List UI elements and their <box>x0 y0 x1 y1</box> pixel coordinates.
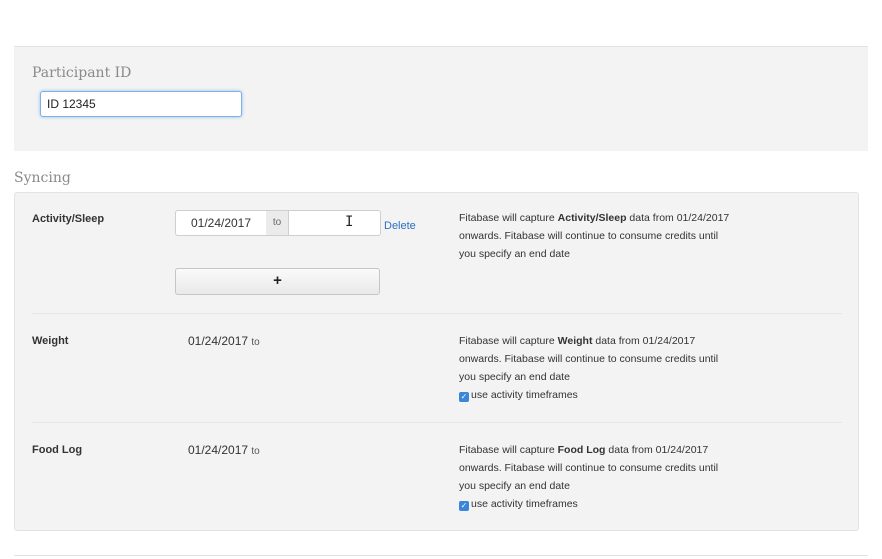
row-label-food-log: Food Log <box>32 444 83 456</box>
row-label-activity-sleep: Activity/Sleep <box>32 213 105 225</box>
row-divider <box>32 313 842 314</box>
date-range-to-addon: to <box>266 210 288 236</box>
checkbox-label: use activity timeframes <box>471 498 578 510</box>
food-log-use-activity-timeframes[interactable]: ✓ use activity timeframes <box>459 497 578 511</box>
to-label: to <box>251 446 260 457</box>
description-text: Fitabase will capture <box>459 444 558 456</box>
activity-start-date-input[interactable]: 01/24/2017 <box>175 210 267 236</box>
weight-date-range: 01/24/2017 to <box>188 334 260 348</box>
bottom-divider <box>14 555 868 556</box>
checkbox-checked-icon[interactable]: ✓ <box>459 501 469 511</box>
weight-description: Fitabase will capture Weight data from 0… <box>459 332 734 386</box>
checkbox-label: use activity timeframes <box>471 389 578 401</box>
add-timeframe-button[interactable]: + <box>175 268 380 295</box>
syncing-panel: Activity/Sleep 01/24/2017 to I Delete + … <box>14 192 859 531</box>
description-text: Fitabase will capture <box>459 335 558 347</box>
delete-link[interactable]: Delete <box>384 220 416 232</box>
to-label: to <box>251 337 260 348</box>
description-data-type: Food Log <box>557 444 606 456</box>
description-data-type: Activity/Sleep <box>557 212 627 224</box>
food-log-description: Fitabase will capture Food Log data from… <box>459 441 734 495</box>
row-divider <box>32 422 842 423</box>
food-log-date-range: 01/24/2017 to <box>188 443 260 457</box>
weight-use-activity-timeframes[interactable]: ✓ use activity timeframes <box>459 388 578 402</box>
checkbox-checked-icon[interactable]: ✓ <box>459 392 469 402</box>
description-data-type: Weight <box>557 335 593 347</box>
participant-panel: Participant ID ID 12345 <box>14 46 868 151</box>
weight-start-date: 01/24/2017 <box>188 334 249 348</box>
syncing-heading: Syncing <box>14 170 71 186</box>
participant-id-label: Participant ID <box>32 65 132 81</box>
food-log-start-date: 01/24/2017 <box>188 443 249 457</box>
activity-description: Fitabase will capture Activity/Sleep dat… <box>459 209 734 263</box>
description-text: Fitabase will capture <box>459 212 558 224</box>
activity-end-date-input[interactable] <box>288 210 381 236</box>
text-cursor-icon: I <box>345 214 354 230</box>
participant-id-input[interactable]: ID 12345 <box>40 91 242 117</box>
row-label-weight: Weight <box>32 335 69 347</box>
